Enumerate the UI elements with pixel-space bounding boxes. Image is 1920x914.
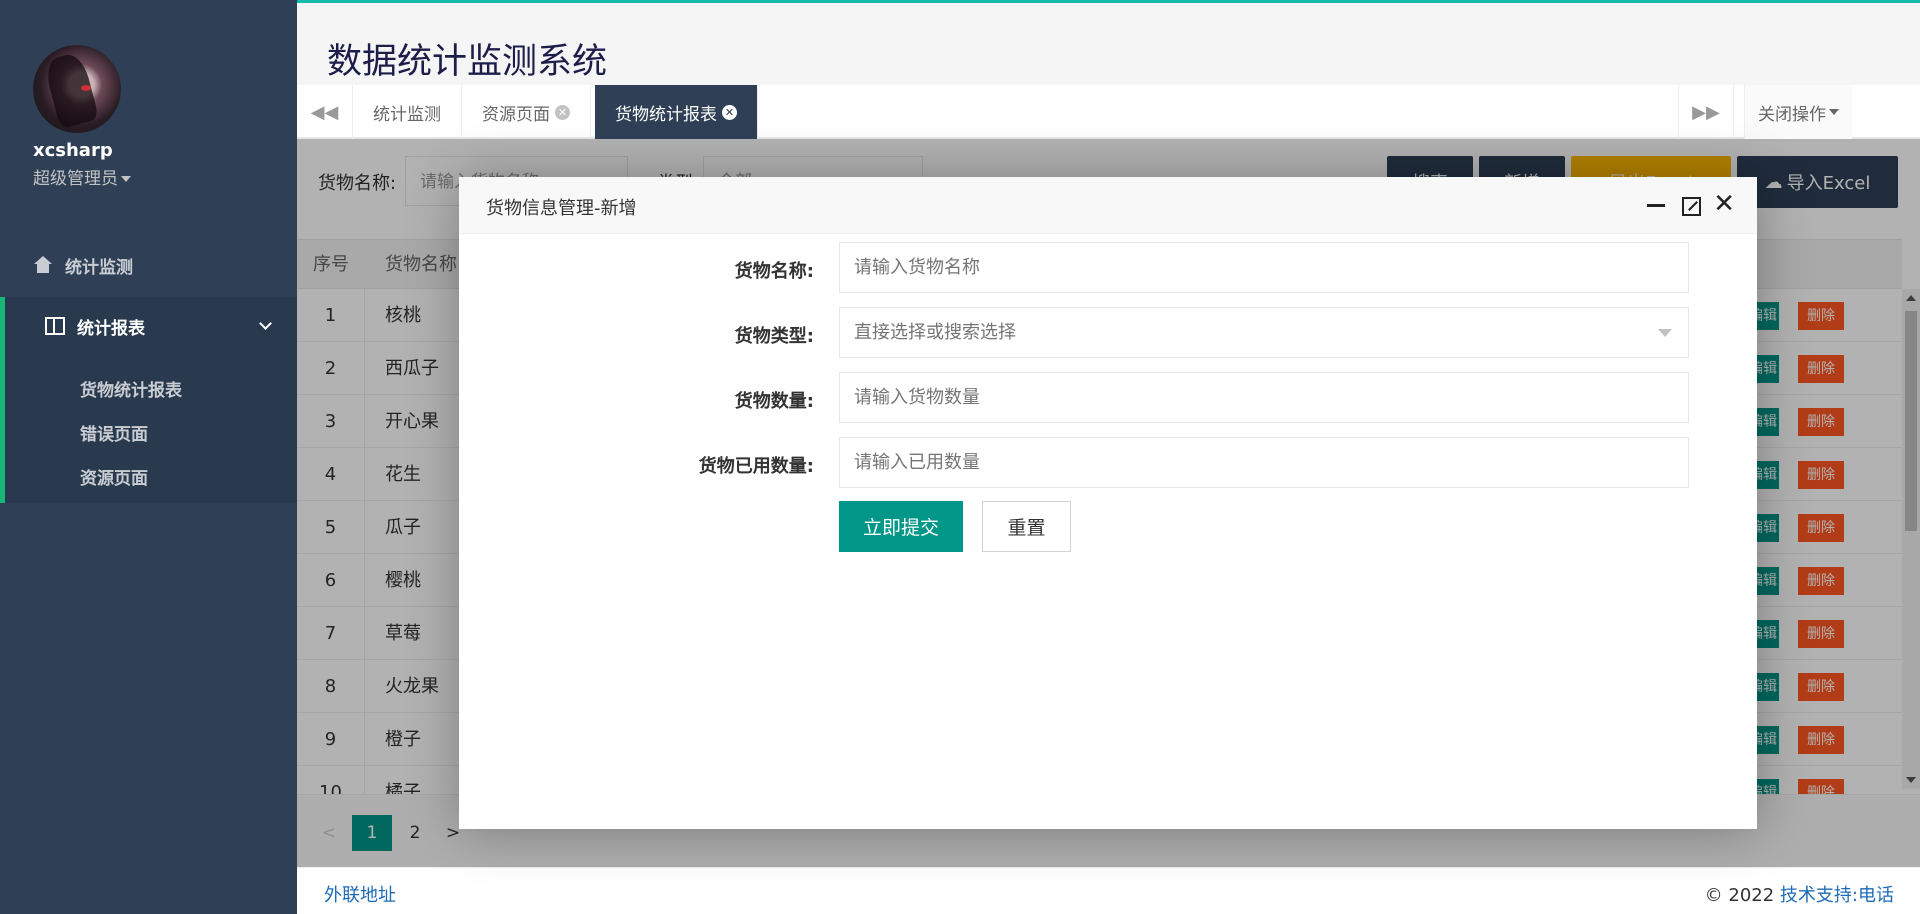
tab-bar: ◀◀ 统计监测 资源页面 ✕ 货物统计报表 ✕ ▶▶ 关闭操作 [297,85,1920,139]
submenu-item-goods-report[interactable]: 货物统计报表 [80,376,182,401]
user-avatar[interactable] [33,45,121,133]
copyright-text: © 2022 [1704,885,1775,906]
tab-monitor[interactable]: 统计监测 [353,85,462,139]
tab-scroll-right-button[interactable]: ▶▶ [1678,85,1734,139]
close-ops-label: 关闭操作 [1758,104,1826,125]
home-icon [33,256,53,274]
double-left-icon: ◀◀ [310,101,339,123]
submenu-panel: 货物统计报表 错误页面 资源页面 [0,355,297,503]
tab-goods-report[interactable]: 货物统计报表 ✕ [595,85,758,139]
close-operations-dropdown[interactable]: 关闭操作 [1744,85,1852,139]
user-role-label: 超级管理员 [33,169,118,189]
goods-type-placeholder: 直接选择或搜索选择 [854,322,1016,343]
modal-header: 货物信息管理-新增 ✕ [459,177,1757,234]
external-link[interactable]: 外联地址 [324,881,396,907]
add-goods-modal: 货物信息管理-新增 ✕ 货物名称: 请输入货物名称 货物类型: 直接选择或搜索选… [459,177,1757,829]
submenu-item-error-page[interactable]: 错误页面 [80,420,148,445]
nav-item-monitor[interactable]: 统计监测 [0,236,297,294]
caret-down-icon [1829,109,1839,115]
goods-quantity-input[interactable]: 请输入货物数量 [839,372,1689,423]
tab-resource[interactable]: 资源页面 ✕ [462,85,591,139]
nav-item-reports[interactable]: 统计报表 [0,297,297,355]
footer-copyright: © 2022 技术支持:电话 [1705,881,1894,907]
nav-item-label: 统计报表 [77,318,145,339]
user-role-dropdown[interactable]: 超级管理员 [33,164,131,189]
goods-name-input[interactable]: 请输入货物名称 [839,242,1689,293]
submit-button[interactable]: 立即提交 [839,501,963,552]
header: 数据统计监测系统 [297,3,1920,85]
reset-button[interactable]: 重置 [982,501,1071,552]
tab-label: 资源页面 [482,104,550,125]
tab-close-icon[interactable]: ✕ [555,104,570,120]
tab-scroll-left-button[interactable]: ◀◀ [297,85,353,139]
book-icon [45,317,65,335]
double-right-icon: ▶▶ [1692,101,1720,123]
modal-title: 货物信息管理-新增 [486,198,637,219]
sidebar: xcsharp 超级管理员 统计监测 统计报表 货物统计报表 错误页面 资源页面 [0,0,297,914]
minimize-icon[interactable] [1647,204,1665,207]
tab-close-icon[interactable]: ✕ [722,104,737,120]
chevron-down-icon [259,317,272,330]
tab-label: 统计监测 [373,104,441,125]
goods-used-quantity-input[interactable]: 请输入已用数量 [839,437,1689,488]
tab-label: 货物统计报表 [615,104,717,125]
maximize-icon[interactable] [1682,197,1701,216]
user-name: xcsharp [33,140,113,161]
dropdown-arrow-icon [1658,329,1672,337]
app-title: 数据统计监测系统 [327,42,608,82]
nav-item-label: 统计监测 [65,257,133,278]
submenu-item-resource-page[interactable]: 资源页面 [80,464,148,489]
goods-type-select[interactable]: 直接选择或搜索选择 [839,307,1689,358]
goods-used-quantity-label: 货物已用数量: [698,456,814,477]
goods-quantity-label: 货物数量: [734,391,814,412]
close-icon[interactable]: ✕ [1713,189,1735,219]
footer: 外联地址 © 2022 技术支持:电话 [297,867,1920,914]
caret-down-icon [121,176,131,182]
goods-name-label: 货物名称: [734,261,814,282]
goods-type-label: 货物类型: [734,326,814,347]
support-link[interactable]: 技术支持:电话 [1780,885,1894,906]
